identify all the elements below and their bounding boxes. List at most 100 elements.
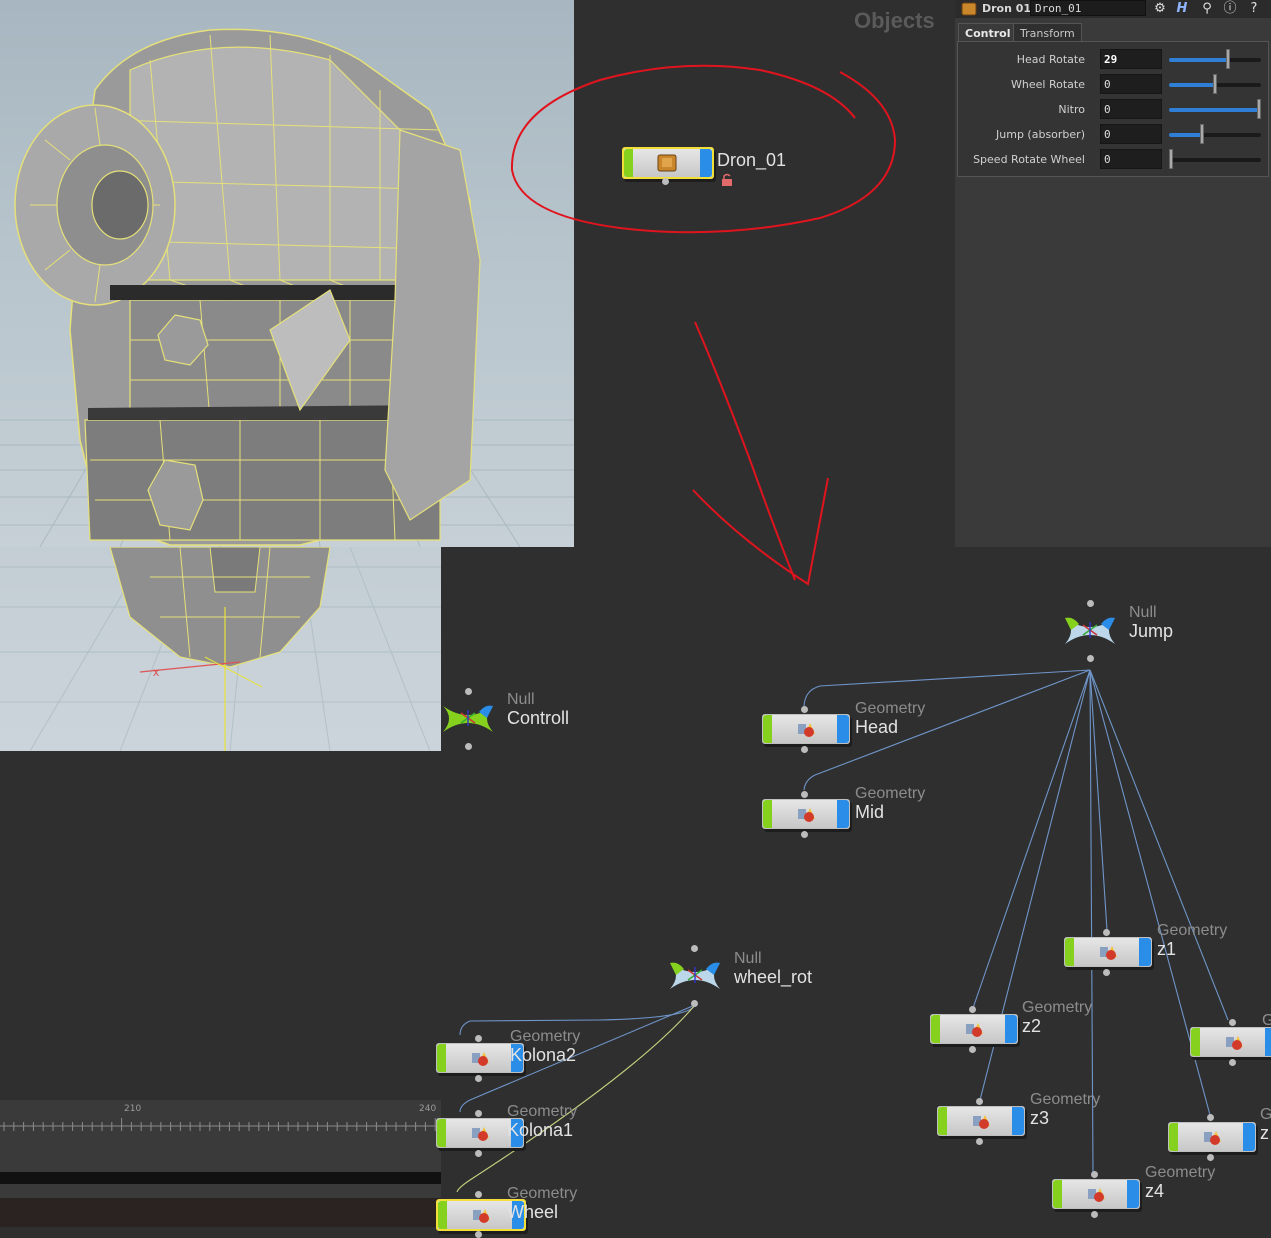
node-display-flag[interactable] [763,715,772,743]
node-input[interactable] [1229,1019,1236,1026]
node-input[interactable] [969,1006,976,1013]
slider-handle[interactable] [1200,124,1205,144]
node-output[interactable] [475,1231,482,1238]
node-type-label: Geometry [507,1103,578,1120]
node-input[interactable] [475,1035,482,1042]
node-label: wheel_rot [734,967,813,987]
slider-handle[interactable] [1225,49,1230,69]
node-output[interactable] [475,1075,482,1082]
search-icon[interactable]: ⚲ [1198,0,1216,17]
subnet-box-icon [961,2,977,16]
node-render-flag[interactable] [837,715,849,743]
node-display-flag[interactable] [1053,1180,1062,1208]
param-value-field[interactable]: 0 [1100,74,1162,94]
slider-handle[interactable] [1257,99,1261,119]
node-label: z [1260,1123,1269,1143]
node-input[interactable] [1207,1114,1214,1121]
param-slider[interactable] [1169,74,1261,94]
geometry-node-z6[interactable] [1168,1122,1256,1152]
param-value-field[interactable]: 0 [1100,99,1162,119]
node-input[interactable] [475,1191,482,1198]
node-input[interactable] [801,791,808,798]
slider-handle[interactable] [1213,74,1217,94]
geometry-node-z5[interactable] [1190,1027,1271,1057]
info-icon[interactable]: ⓘ [1221,0,1239,17]
network-title: Objects [854,8,935,33]
node-output[interactable] [801,746,808,753]
geometry-shapes-icon [798,723,815,737]
node-output[interactable] [1091,1211,1098,1218]
param-slider[interactable] [1169,49,1261,69]
param-label: Speed Rotate Wheel [973,153,1085,166]
node-output[interactable] [1207,1154,1214,1161]
node-display-flag[interactable] [1065,938,1074,966]
node-display-flag[interactable] [1169,1123,1178,1151]
geometry-shapes-icon [1204,1131,1221,1145]
node-display-flag[interactable] [438,1201,447,1229]
geometry-node-z2[interactable] [930,1014,1018,1044]
node-output[interactable] [801,831,808,838]
node-render-flag[interactable] [837,800,849,828]
node-render-flag[interactable] [700,149,712,177]
param-value-field[interactable]: 29 [1100,49,1162,69]
node-display-flag[interactable] [437,1044,446,1072]
param-slider[interactable] [1169,99,1261,119]
geometry-node-z1[interactable] [1064,937,1152,967]
tab-transform[interactable]: Transform [1013,23,1082,42]
geometry-shapes-icon [472,1052,489,1066]
geometry-shapes-icon [1226,1036,1243,1050]
geometry-node-z4[interactable] [1052,1179,1140,1209]
param-value-field[interactable]: 0 [1100,124,1162,144]
node-display-flag[interactable] [437,1119,446,1147]
subnet-box-icon [657,154,677,172]
node-output[interactable] [969,1046,976,1053]
houdini-h-icon[interactable]: H [1173,0,1191,17]
lock-icon[interactable] [720,173,734,187]
node-input[interactable] [801,706,808,713]
node-label: z2 [1022,1016,1042,1036]
param-value-field[interactable]: 0 [1100,149,1162,169]
node-display-flag[interactable] [763,800,772,828]
node-name-field[interactable]: Dron_01 [1030,0,1146,16]
geometry-shapes-icon [473,1209,490,1223]
node-render-flag[interactable] [1139,938,1151,966]
node-input[interactable] [475,1110,482,1117]
node-type-label: Null [734,950,762,967]
param-label: Wheel Rotate [1011,78,1085,91]
tab-control[interactable]: Control [958,23,1018,42]
node-label: Controll [507,708,570,728]
node-dron01[interactable] [622,147,714,179]
help-icon[interactable]: ? [1245,0,1263,17]
node-input[interactable] [1091,1171,1098,1178]
node-label: z3 [1030,1108,1050,1128]
node-render-flag[interactable] [1127,1180,1139,1208]
node-render-flag[interactable] [1005,1015,1017,1043]
node-input[interactable] [1103,929,1110,936]
param-label: Nitro [1058,103,1085,116]
node-render-flag[interactable] [1265,1028,1271,1056]
node-label: Wheel [507,1202,559,1222]
param-slider[interactable] [1169,124,1261,144]
node-output[interactable] [475,1150,482,1157]
geometry-node-head[interactable] [762,714,850,744]
node-input[interactable] [976,1098,983,1105]
node-output[interactable] [1229,1059,1236,1066]
node-label: Head [855,717,899,737]
geometry-node-z3[interactable] [937,1106,1025,1136]
slider-handle[interactable] [1169,149,1173,169]
geometry-shapes-icon [798,808,815,822]
node-display-flag[interactable] [624,149,633,177]
node-display-flag[interactable] [938,1107,947,1135]
param-slider[interactable] [1169,149,1261,169]
node-label: Mid [855,802,885,822]
node-display-flag[interactable] [931,1015,940,1043]
node-output[interactable] [662,178,669,185]
node-output[interactable] [1103,969,1110,976]
node-render-flag[interactable] [1012,1107,1024,1135]
gear-icon[interactable]: ⚙ [1151,0,1169,17]
node-output[interactable] [976,1138,983,1145]
node-render-flag[interactable] [1243,1123,1255,1151]
geometry-shapes-icon [973,1115,990,1129]
geometry-node-mid[interactable] [762,799,850,829]
node-display-flag[interactable] [1191,1028,1200,1056]
